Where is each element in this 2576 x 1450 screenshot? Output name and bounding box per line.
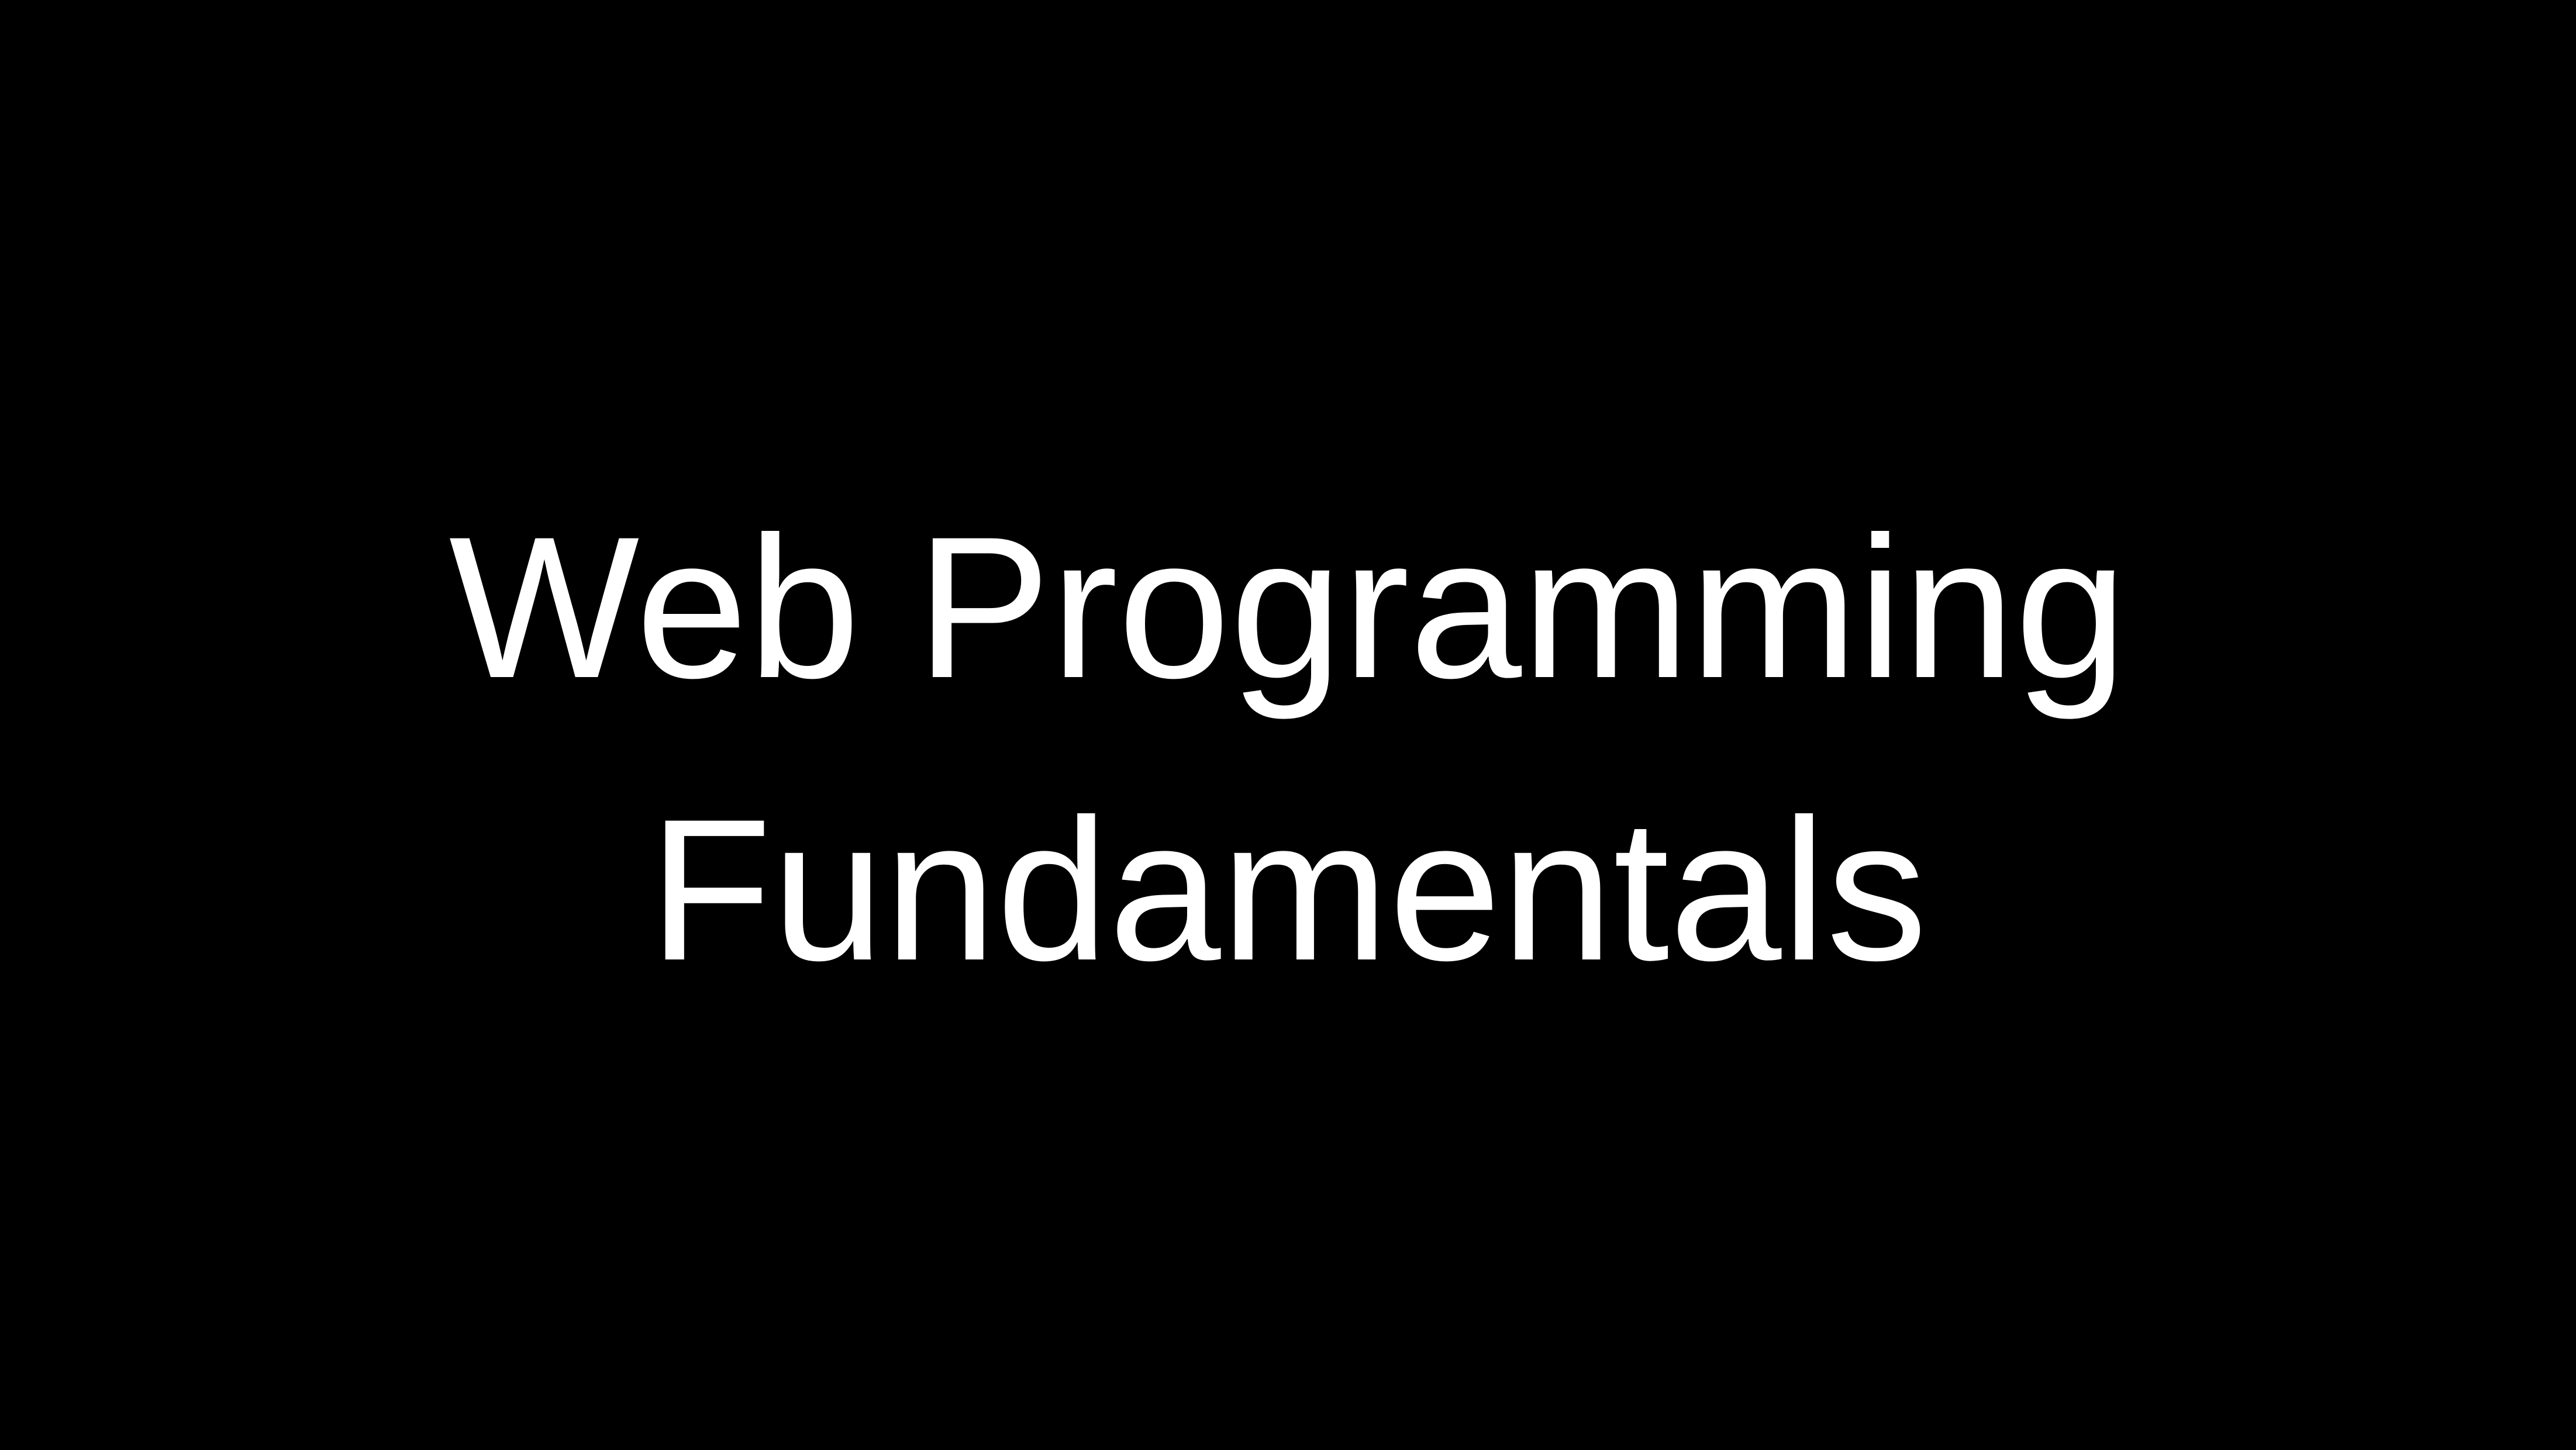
- slide-title-line-2: Fundamentals: [649, 778, 1927, 1003]
- title-slide: Web Programming Fundamentals: [0, 0, 2576, 1450]
- slide-title: Web Programming Fundamentals: [0, 467, 2576, 1031]
- slide-title-line-1: Web Programming: [449, 495, 2127, 720]
